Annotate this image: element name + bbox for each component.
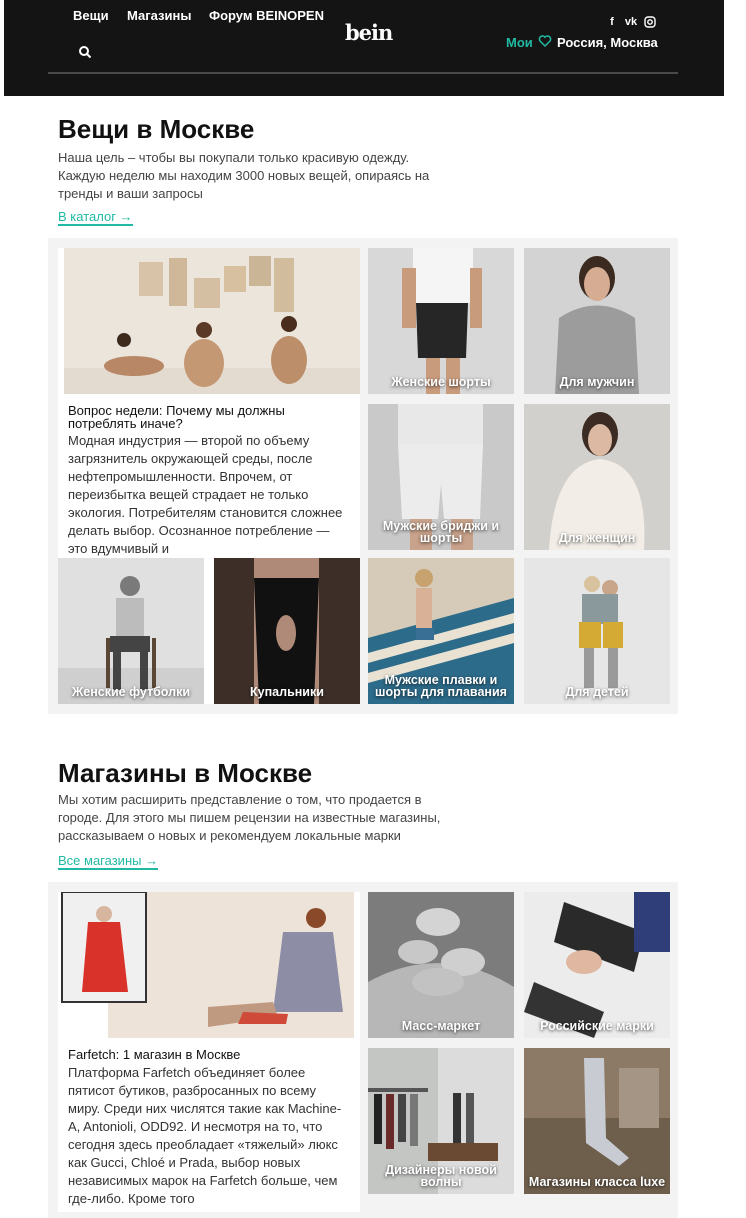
site-logo[interactable]: bein [345, 20, 393, 45]
shops-description: Мы хотим расширить представление о том, … [58, 792, 441, 843]
feature-question[interactable]: Вопрос недели: Почему мы должны потребля… [68, 404, 338, 430]
tile-label: Мужские плавки и шорты для плавания [375, 673, 507, 699]
tile-label: Купальники [250, 685, 324, 699]
location-selector[interactable]: Россия, Москва [557, 35, 658, 50]
tile-men[interactable]: Для мужчин [524, 248, 670, 394]
tile-kids[interactable]: Для детей [524, 558, 670, 704]
tile-swimwear[interactable]: Купальники [214, 558, 360, 704]
catalog-link[interactable]: В каталог → [58, 210, 133, 226]
tile-label: Для женщин [558, 531, 636, 545]
nav-forum[interactable]: Форум BEINOPEN [209, 8, 324, 23]
tile-label: Женские шорты [391, 375, 491, 389]
nav-shops[interactable]: Магазины [127, 8, 191, 23]
tile-men-bermudas[interactable]: Мужские бриджи и шорты [368, 404, 514, 550]
feature-body: Платформа Farfetch объединяет более пяти… [68, 1065, 342, 1206]
feature-photo-farfetch [58, 892, 354, 1038]
site-header: Вещи Магазины Форум BEINOPEN bein f vk М… [4, 0, 724, 96]
nav-things[interactable]: Вещи [73, 8, 109, 23]
tile-label: Для мужчин [559, 375, 635, 389]
all-shops-link[interactable]: Все магазины → [58, 854, 159, 870]
heart-icon[interactable] [538, 34, 552, 48]
tile-mass-market[interactable]: Масс-маркет [368, 892, 514, 1038]
tile-women[interactable]: Для женщин [524, 404, 670, 550]
header-divider [48, 72, 678, 74]
feature-question[interactable]: Farfetch: 1 магазин в Москве [68, 1048, 338, 1061]
instagram-icon[interactable] [644, 16, 656, 28]
tile-new-wave-designers[interactable]: Дизайнеры новой волны [368, 1048, 514, 1194]
feature-photo-women [64, 248, 360, 394]
tile-label: Мужские бриджи и шорты [382, 519, 500, 545]
shops-title: Магазины в Москве [58, 758, 313, 788]
tile-men-swim[interactable]: Мужские плавки и шорты для плавания [368, 558, 514, 704]
tile-label: Российские марки [540, 1019, 654, 1033]
facebook-icon[interactable]: f [606, 16, 618, 28]
tile-women-shorts[interactable]: Женские шорты [368, 248, 514, 394]
search-icon[interactable] [78, 45, 92, 59]
feature-body: Модная индустрия — второй по объему загр… [68, 433, 343, 556]
tile-women-tshirts[interactable]: Женские футболки [58, 558, 204, 704]
tile-label: Для детей [565, 685, 629, 699]
tile-russian-brands[interactable]: Российские марки [524, 892, 670, 1038]
tile-label: Магазины класса luxe [528, 1175, 666, 1189]
tile-label: Женские футболки [71, 685, 191, 699]
things-description: Наша цель – чтобы вы покупали только кра… [58, 150, 430, 201]
vk-icon[interactable]: vk [623, 16, 639, 28]
my-favorites-link[interactable]: Мои [506, 35, 533, 50]
tile-luxe-shops[interactable]: Магазины класса luxe [524, 1048, 670, 1194]
tile-label: Дизайнеры новой волны [385, 1163, 497, 1189]
tile-label: Масс-маркет [401, 1019, 481, 1033]
feature-card-shops[interactable]: Farfetch: 1 магазин в Москве Платформа F… [58, 892, 360, 1212]
things-title: Вещи в Москве [58, 114, 255, 144]
